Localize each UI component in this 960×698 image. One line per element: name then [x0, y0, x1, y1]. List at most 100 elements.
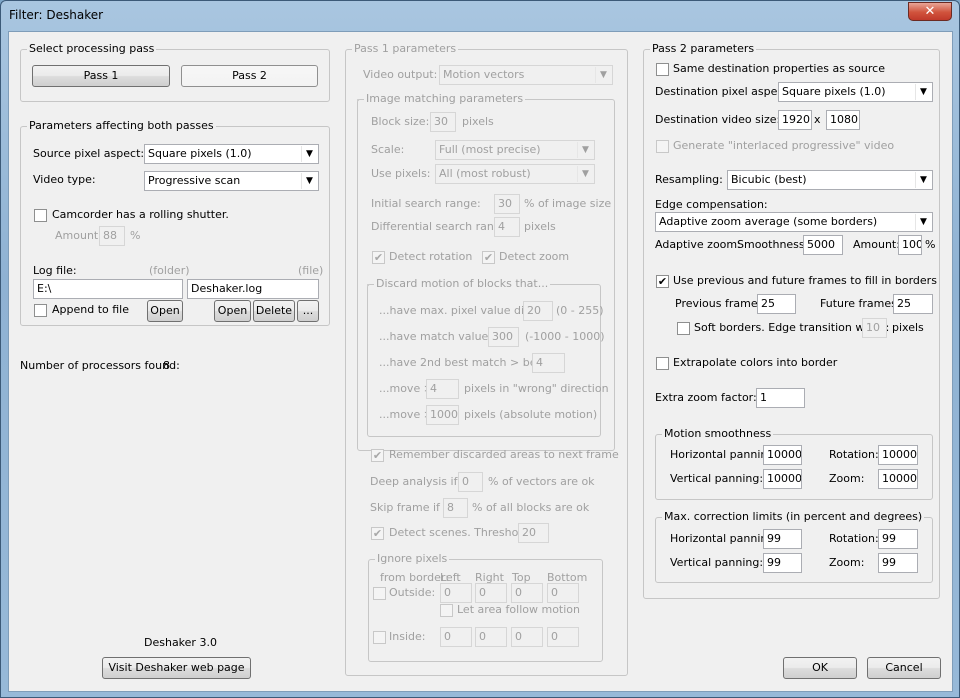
video-type-select[interactable]: Progressive scan ▼	[144, 171, 319, 191]
discard-group: Discard motion of blocks that... ...have…	[367, 277, 609, 437]
initial-search-label: Initial search range:	[371, 197, 481, 210]
adaptive-amount-label: Amount:	[853, 238, 900, 251]
maxcorr-zoom-field[interactable]: 99	[878, 553, 918, 573]
inside-left-field[interactable]: 0	[440, 627, 472, 647]
dest-aspect-select[interactable]: Square pixels (1.0) ▼	[778, 82, 933, 102]
soft-borders-checkbox[interactable]	[677, 322, 690, 335]
open-file-button[interactable]: Open	[214, 300, 251, 322]
rolling-amount-field[interactable]: 88	[99, 226, 125, 246]
motion-hpan-label: Horizontal panning:	[670, 448, 779, 461]
motion-rotation-field[interactable]: 10000	[878, 445, 918, 465]
visit-web-button[interactable]: Visit Deshaker web page	[102, 657, 251, 679]
extrapolate-checkbox[interactable]	[656, 357, 669, 370]
inside-top-field[interactable]: 0	[511, 627, 543, 647]
delete-log-button[interactable]: Delete	[253, 300, 295, 322]
video-type-label: Video type:	[33, 173, 96, 186]
edge-comp-value: Adaptive zoom average (some borders)	[659, 215, 878, 228]
use-frames-checkbox[interactable]: ✔	[656, 275, 669, 288]
outside-right-field[interactable]: 0	[475, 583, 507, 603]
prev-frames-field[interactable]: 25	[757, 294, 796, 314]
browse-button[interactable]: ...	[297, 300, 319, 322]
soft-borders-field[interactable]: 10	[862, 318, 887, 338]
log-file-input[interactable]: Deshaker.log	[187, 279, 319, 299]
smoothness-field[interactable]: 5000	[803, 235, 843, 255]
resampling-value: Bicubic (best)	[731, 173, 807, 186]
inside-right-field[interactable]: 0	[475, 627, 507, 647]
rolling-shutter-checkbox[interactable]	[34, 209, 47, 222]
cancel-button[interactable]: Cancel	[867, 657, 941, 679]
outside-top-field[interactable]: 0	[511, 583, 543, 603]
interlaced-checkbox[interactable]	[656, 140, 669, 153]
detect-zoom-checkbox[interactable]: ✔	[482, 251, 495, 264]
detect-scenes-checkbox[interactable]: ✔	[371, 527, 384, 540]
use-pixels-select[interactable]: All (most robust) ▼	[435, 164, 595, 184]
same-dest-checkbox[interactable]	[656, 63, 669, 76]
detect-scenes-label: Detect scenes. Threshold:	[389, 526, 533, 539]
deep-analysis-field[interactable]: 0	[458, 472, 483, 492]
outside-left-field[interactable]: 0	[440, 583, 472, 603]
close-button[interactable]: ✕	[908, 2, 952, 21]
open-folder-button[interactable]: Open	[147, 300, 183, 322]
future-frames-field[interactable]: 25	[893, 294, 933, 314]
inside-checkbox[interactable]	[373, 631, 386, 644]
chevron-down-icon[interactable]: ▼	[577, 142, 593, 158]
dialog-client: Select processing pass Pass 1 Pass 2 Par…	[8, 31, 953, 692]
scene-threshold-field[interactable]: 20	[518, 523, 549, 543]
match-field[interactable]: 300	[488, 327, 519, 347]
pass1-button[interactable]: Pass 1	[32, 65, 170, 87]
dest-width-field[interactable]: 1920	[778, 110, 812, 130]
edge-comp-select[interactable]: Adaptive zoom average (some borders) ▼	[655, 212, 933, 232]
adaptive-zoom-label: Adaptive zoom:	[655, 238, 741, 251]
wrong-dir-field[interactable]: 4	[426, 379, 459, 399]
title-bar[interactable]: Filter: Deshaker ✕	[1, 1, 959, 31]
soft-borders-label: Soft borders. Edge transition width:	[694, 321, 890, 334]
chevron-down-icon[interactable]: ▼	[915, 214, 931, 230]
follow-motion-checkbox[interactable]	[440, 604, 453, 617]
maxcorr-hpan-field[interactable]: 99	[763, 529, 802, 549]
pass2-group: Pass 2 parameters Same destination prope…	[643, 42, 940, 599]
dest-height-field[interactable]: 1080	[826, 110, 860, 130]
max-pixel-field[interactable]: 20	[523, 301, 553, 321]
motion-vpan-field[interactable]: 10000	[763, 469, 802, 489]
select-pass-group: Select processing pass Pass 1 Pass 2	[20, 42, 330, 102]
scale-select[interactable]: Full (most precise) ▼	[435, 140, 595, 160]
interlaced-label: Generate "interlaced progressive" video	[673, 139, 895, 152]
second-best-label: ...have 2nd best match > best -	[379, 356, 554, 369]
abs-motion-field[interactable]: 1000	[426, 405, 459, 425]
remember-discarded-checkbox[interactable]: ✔	[371, 449, 384, 462]
outside-checkbox[interactable]	[373, 587, 386, 600]
pass2-button[interactable]: Pass 2	[181, 65, 318, 87]
block-size-field[interactable]: 30	[430, 112, 456, 132]
extra-zoom-field[interactable]: 1	[756, 388, 805, 408]
resampling-select[interactable]: Bicubic (best) ▼	[727, 170, 933, 190]
dest-size-x: x	[814, 113, 821, 126]
log-folder-input[interactable]: E:\	[33, 279, 183, 299]
maxcorr-vpan-field[interactable]: 99	[763, 553, 802, 573]
initial-search-field[interactable]: 30	[494, 194, 520, 214]
motion-vpan-label: Vertical panning:	[670, 472, 764, 485]
motion-zoom-field[interactable]: 10000	[878, 469, 918, 489]
source-aspect-select[interactable]: Square pixels (1.0) ▼	[144, 144, 319, 164]
diff-search-field[interactable]: 4	[494, 217, 520, 237]
inside-bottom-field[interactable]: 0	[547, 627, 579, 647]
adaptive-amount-field[interactable]: 100	[898, 235, 922, 255]
append-checkbox[interactable]	[34, 304, 47, 317]
maxcorr-vpan-label: Vertical panning:	[670, 556, 764, 569]
chevron-down-icon[interactable]: ▼	[595, 67, 611, 83]
outside-bottom-field[interactable]: 0	[547, 583, 579, 603]
amount-unit: %	[130, 229, 141, 242]
detect-rotation-checkbox[interactable]: ✔	[372, 251, 385, 264]
motion-hpan-field[interactable]: 10000	[763, 445, 802, 465]
ok-button[interactable]: OK	[783, 657, 857, 679]
match-range: (-1000 - 1000)	[525, 330, 605, 343]
chevron-down-icon[interactable]: ▼	[915, 84, 931, 100]
video-output-select[interactable]: Motion vectors ▼	[439, 65, 613, 85]
second-best-field[interactable]: 4	[532, 353, 565, 373]
from-border-label: from border:	[380, 571, 449, 584]
chevron-down-icon[interactable]: ▼	[915, 172, 931, 188]
chevron-down-icon[interactable]: ▼	[301, 146, 317, 162]
chevron-down-icon[interactable]: ▼	[301, 173, 317, 189]
skip-frame-field[interactable]: 8	[443, 498, 468, 518]
chevron-down-icon[interactable]: ▼	[577, 166, 593, 182]
maxcorr-rotation-field[interactable]: 99	[878, 529, 918, 549]
